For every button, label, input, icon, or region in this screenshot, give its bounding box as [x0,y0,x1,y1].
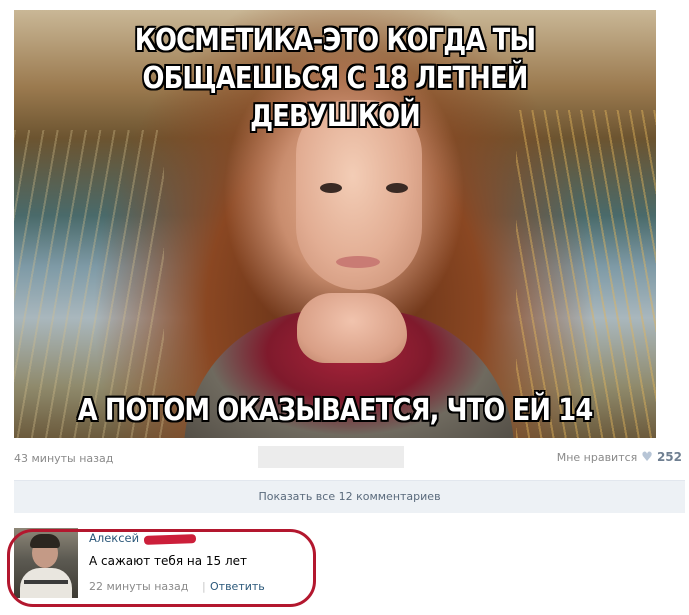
image-lips [336,256,380,268]
comment-separator: | [202,580,206,593]
post-meta-row: 43 минуты назад Мне нравится ♥ 252 [14,446,682,472]
censored-region [258,446,404,468]
meme-top-caption: КОСМЕТИКА-ЭТО КОГДА ТЫ ОБЩАЕШЬСЯ С 18 ЛЕ… [134,23,536,134]
post-timestamp[interactable]: 43 минуты назад [14,452,113,465]
meme-bottom-caption: А ПОТОМ ОКАЗЫВАЕТСЯ, ЧТО ЕЙ 14 [77,393,594,428]
image-eye-left [320,183,342,193]
comment-text: А сажают тебя на 15 лет [89,554,247,568]
comment-item: Алексей А сажают тебя на 15 лет 22 минут… [14,526,685,606]
comment-author-link[interactable]: Алексей [89,531,139,545]
avatar-stripe [24,580,68,584]
reply-link[interactable]: Ответить [210,580,265,593]
image-reeds-right [516,110,656,438]
avatar-hair [30,534,60,548]
avatar[interactable] [14,528,78,598]
image-hand [297,293,407,363]
comment-timestamp[interactable]: 22 минуты назад [89,580,188,593]
censor-scribble [143,534,197,545]
image-eye-right [386,183,408,193]
like-button[interactable]: Мне нравится ♥ 252 [557,450,682,464]
show-all-comments-button[interactable]: Показать все 12 комментариев [14,480,685,513]
like-label: Мне нравится [556,450,638,464]
post-image[interactable]: КОСМЕТИКА-ЭТО КОГДА ТЫ ОБЩАЕШЬСЯ С 18 ЛЕ… [14,10,656,438]
like-count: 252 [656,450,682,464]
heart-icon: ♥ [641,449,653,465]
